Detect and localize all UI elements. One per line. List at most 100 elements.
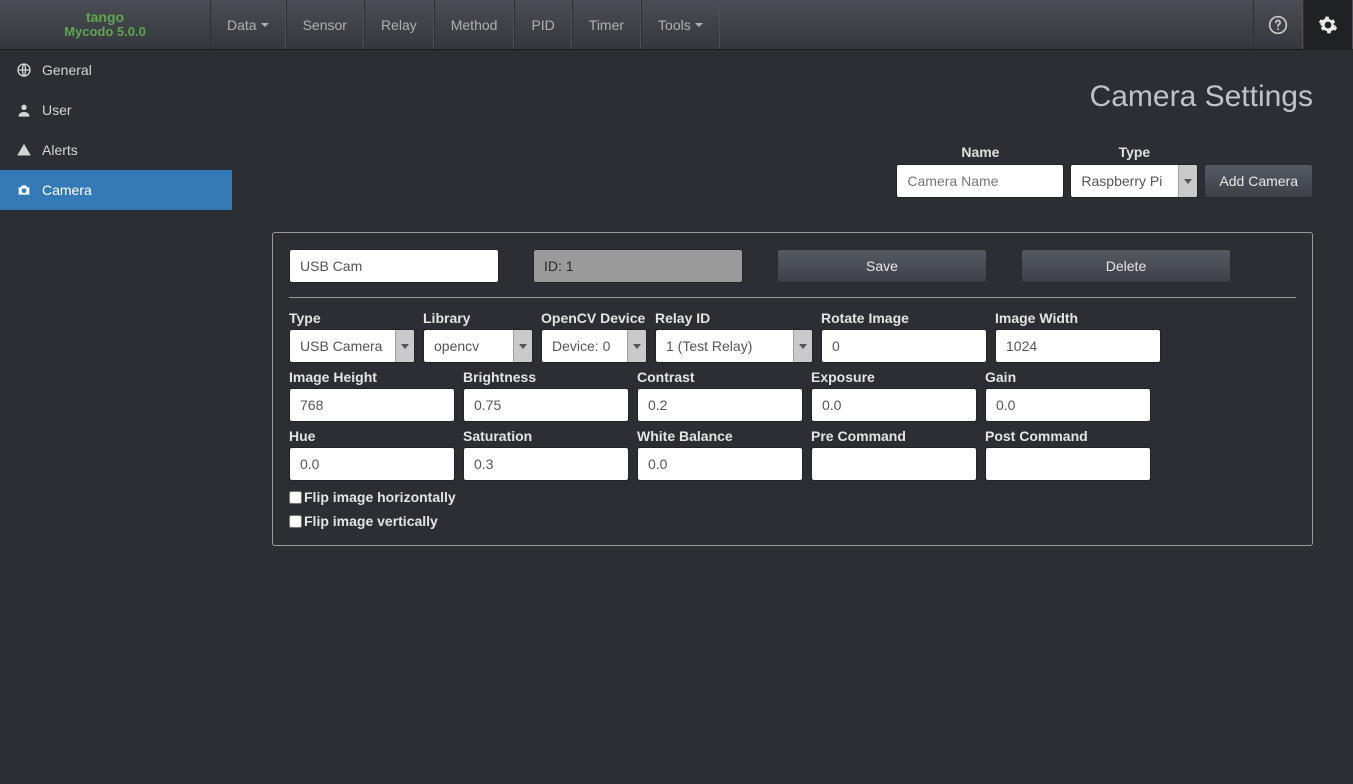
field-hue-label: Hue — [289, 428, 455, 444]
field-type: TypeUSB Camera — [289, 310, 415, 363]
field-saturation: Saturation — [463, 428, 629, 481]
field-pre_command-label: Pre Command — [811, 428, 977, 444]
field-row-1: TypeUSB CameraLibraryopencvOpenCV Device… — [289, 310, 1296, 363]
nav-item-label: Relay — [381, 17, 417, 33]
nav-item-label: Sensor — [303, 17, 347, 33]
field-img_height-input[interactable] — [289, 388, 455, 422]
nav-right — [1253, 0, 1353, 49]
caret-down-icon — [261, 23, 269, 27]
field-img_width-input[interactable] — [995, 329, 1161, 363]
field-brightness: Brightness — [463, 369, 629, 422]
field-gain-label: Gain — [985, 369, 1151, 385]
field-relay_id-select[interactable]: 1 (Test Relay) — [655, 329, 813, 363]
field-row-3: Hue Saturation White Balance Pre Command Pos… — [289, 428, 1296, 481]
field-post_command-input[interactable] — [985, 447, 1151, 481]
nav-item-pid[interactable]: PID — [514, 0, 571, 49]
field-relay_id-label: Relay ID — [655, 310, 813, 326]
panel-divider — [289, 297, 1296, 298]
field-brightness-input[interactable] — [463, 388, 629, 422]
nav-item-label: Method — [451, 17, 498, 33]
nav-item-timer[interactable]: Timer — [572, 0, 641, 49]
field-hue: Hue — [289, 428, 455, 481]
field-hue-input[interactable] — [289, 447, 455, 481]
field-exposure-label: Exposure — [811, 369, 977, 385]
field-opencv_device-label: OpenCV Device — [541, 310, 647, 326]
panel-header: Save Delete — [289, 249, 1296, 283]
settings-button[interactable] — [1303, 0, 1353, 49]
sidebar-item-user[interactable]: User — [0, 90, 232, 130]
camera-id-display — [533, 249, 743, 283]
flip-v-label: Flip image vertically — [304, 513, 438, 529]
nav-item-label: Tools — [658, 17, 691, 33]
top-navbar: tango Mycodo 5.0.0 Data Sensor Relay Method… — [0, 0, 1353, 50]
add-camera-row: Name Type Raspberry Pi Add Camera — [272, 144, 1313, 198]
add-camera-button[interactable]: Add Camera — [1204, 164, 1313, 198]
field-pre_command: Pre Command — [811, 428, 977, 481]
nav-item-label: Data — [227, 17, 257, 33]
field-library: Library opencv — [423, 310, 533, 363]
help-icon — [1268, 15, 1288, 35]
nav-item-label: PID — [531, 17, 554, 33]
field-rotate-label: Rotate Image — [821, 310, 987, 326]
save-button[interactable]: Save — [777, 249, 987, 283]
brand-version: Mycodo 5.0.0 — [64, 25, 146, 39]
nav-item-method[interactable]: Method — [434, 0, 515, 49]
field-exposure-input[interactable] — [811, 388, 977, 422]
field-contrast-input[interactable] — [637, 388, 803, 422]
page-title: Camera Settings — [272, 80, 1313, 114]
field-exposure: Exposure — [811, 369, 977, 422]
field-library-select[interactable]: opencv — [423, 329, 533, 363]
field-opencv_device-select[interactable]: Device: 0 — [541, 329, 647, 363]
alert-icon — [16, 142, 32, 158]
add-type-select[interactable]: Raspberry Pi — [1070, 164, 1198, 198]
flip-v-checkbox[interactable] — [289, 515, 302, 528]
nav-item-data[interactable]: Data — [210, 0, 286, 49]
camera-name-input[interactable] — [289, 249, 499, 283]
sidebar-item-general[interactable]: General — [0, 50, 232, 90]
field-type-select[interactable]: USB Camera — [289, 329, 415, 363]
delete-button[interactable]: Delete — [1021, 249, 1231, 283]
nav-item-sensor[interactable]: Sensor — [286, 0, 364, 49]
field-contrast: Contrast — [637, 369, 803, 422]
field-white_balance-label: White Balance — [637, 428, 803, 444]
globe-icon — [16, 62, 32, 78]
sidebar-item-label: User — [42, 102, 72, 118]
field-saturation-label: Saturation — [463, 428, 629, 444]
flip-h-checkbox[interactable] — [289, 491, 302, 504]
field-opencv_device: OpenCV Device Device: 0 — [541, 310, 647, 363]
field-img_height: Image Height — [289, 369, 455, 422]
field-library-label: Library — [423, 310, 533, 326]
field-gain: Gain — [985, 369, 1151, 422]
field-contrast-label: Contrast — [637, 369, 803, 385]
user-icon — [16, 102, 32, 118]
camera-icon — [16, 182, 32, 198]
nav-item-tools[interactable]: Tools — [641, 0, 720, 49]
settings-sidebar: General User Alerts Camera — [0, 50, 232, 210]
add-type-label: Type — [1070, 144, 1198, 160]
sidebar-item-label: Camera — [42, 182, 92, 198]
field-white_balance-input[interactable] — [637, 447, 803, 481]
field-brightness-label: Brightness — [463, 369, 629, 385]
add-name-input[interactable] — [896, 164, 1064, 198]
field-gain-input[interactable] — [985, 388, 1151, 422]
add-type-field: Type Raspberry Pi — [1070, 144, 1198, 198]
sidebar-item-camera[interactable]: Camera — [0, 170, 232, 210]
add-name-field: Name — [896, 144, 1064, 198]
field-rotate-input[interactable] — [821, 329, 987, 363]
field-rotate: Rotate Image — [821, 310, 987, 363]
gear-icon — [1318, 15, 1338, 35]
help-button[interactable] — [1253, 0, 1303, 49]
nav-item-label: Timer — [589, 17, 624, 33]
flip-h-label: Flip image horizontally — [304, 489, 456, 505]
brand-hostname: tango — [86, 10, 124, 25]
field-pre_command-input[interactable] — [811, 447, 977, 481]
caret-down-icon — [695, 23, 703, 27]
sidebar-item-label: General — [42, 62, 92, 78]
sidebar-item-alerts[interactable]: Alerts — [0, 130, 232, 170]
field-row-2: Image Height Brightness Contrast Exposure Ga… — [289, 369, 1296, 422]
brand: tango Mycodo 5.0.0 — [0, 0, 210, 49]
field-saturation-input[interactable] — [463, 447, 629, 481]
field-img_height-label: Image Height — [289, 369, 455, 385]
nav-item-relay[interactable]: Relay — [364, 0, 434, 49]
field-post_command: Post Command — [985, 428, 1151, 481]
